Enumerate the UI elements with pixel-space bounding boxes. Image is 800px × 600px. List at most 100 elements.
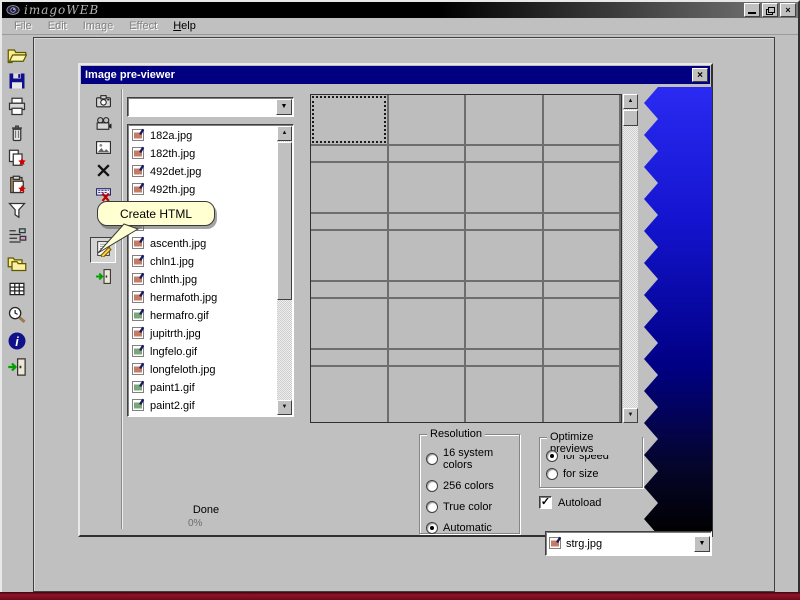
- preview-cell[interactable]: [544, 163, 622, 214]
- image-select-combo[interactable]: ▼: [127, 97, 294, 117]
- menu-item-effect[interactable]: Effect: [121, 19, 165, 33]
- preview-cell[interactable]: [466, 163, 544, 214]
- preview-cell[interactable]: [466, 214, 544, 231]
- filename-combo[interactable]: strg.jpg ▼: [545, 531, 712, 556]
- scroll-up-icon[interactable]: ▲: [277, 126, 292, 141]
- open-folder-button[interactable]: [5, 45, 29, 67]
- close-button[interactable]: ×: [780, 3, 796, 17]
- list-item[interactable]: hermafro.gif: [130, 307, 276, 325]
- preview-cell[interactable]: [544, 350, 622, 367]
- preview-cell[interactable]: [311, 350, 389, 367]
- scrollbar-thumb[interactable]: [277, 142, 292, 300]
- copy-button[interactable]: [5, 149, 29, 171]
- list-item[interactable]: 492th.jpg: [130, 181, 276, 199]
- preview-cell[interactable]: [389, 146, 467, 163]
- radio-button[interactable]: [426, 453, 438, 465]
- preview-cell[interactable]: [389, 367, 467, 423]
- list-item[interactable]: 492det.jpg: [130, 163, 276, 181]
- preview-cell[interactable]: [311, 146, 389, 163]
- list-item[interactable]: hermafoth.jpg: [130, 289, 276, 307]
- batch-options-button[interactable]: [5, 227, 29, 249]
- delete-x-button[interactable]: [90, 161, 116, 183]
- resolution-option-true-color[interactable]: True color: [426, 501, 519, 513]
- list-item[interactable]: jupitrth.jpg: [130, 325, 276, 343]
- preview-cell[interactable]: [466, 367, 544, 423]
- menu-item-edit[interactable]: Edit: [40, 19, 75, 33]
- preview-cell[interactable]: [311, 367, 389, 423]
- image-select-combo-arrow-icon[interactable]: ▼: [276, 99, 292, 115]
- preview-cell[interactable]: [466, 350, 544, 367]
- preview-cell[interactable]: [311, 231, 389, 282]
- info-button[interactable]: i: [5, 331, 29, 353]
- list-item[interactable]: 182th.jpg: [130, 145, 276, 163]
- menu-item-help[interactable]: Help: [165, 19, 204, 33]
- exit-button[interactable]: [5, 357, 29, 379]
- video-camera-button[interactable]: [90, 115, 116, 137]
- preview-cell[interactable]: [466, 282, 544, 299]
- preview-cell[interactable]: [389, 350, 467, 367]
- list-item[interactable]: paint1.gif: [130, 379, 276, 397]
- preview-cell[interactable]: [311, 214, 389, 231]
- preview-cell[interactable]: [389, 231, 467, 282]
- list-item[interactable]: 182a.jpg: [130, 127, 276, 145]
- preview-cell[interactable]: [466, 299, 544, 350]
- filename-combo-arrow-icon[interactable]: ▼: [694, 536, 710, 552]
- preview-grid-scrollbar[interactable]: ▲ ▼: [623, 94, 638, 423]
- preview-cell[interactable]: [311, 299, 389, 350]
- radio-button[interactable]: [426, 501, 438, 513]
- filter-button[interactable]: [5, 201, 29, 223]
- preview-cell[interactable]: [389, 299, 467, 350]
- preview-cell[interactable]: [544, 299, 622, 350]
- autoload-checkbox[interactable]: ✓: [539, 496, 552, 509]
- radio-button[interactable]: [426, 522, 438, 534]
- preview-cell[interactable]: [389, 163, 467, 214]
- delete-button[interactable]: [5, 123, 29, 145]
- camera-button[interactable]: [90, 92, 116, 114]
- grid-button[interactable]: [5, 279, 29, 301]
- menu-item-file[interactable]: File: [6, 19, 40, 33]
- autoload-checkbox-row[interactable]: ✓ Autoload: [539, 496, 601, 509]
- radio-button[interactable]: [426, 480, 438, 492]
- preview-cell[interactable]: [544, 282, 622, 299]
- scroll-up-icon[interactable]: ▲: [623, 94, 638, 109]
- scroll-down-icon[interactable]: ▼: [623, 408, 638, 423]
- resolution-option-automatic[interactable]: Automatic: [426, 522, 519, 534]
- scroll-down-icon[interactable]: ▼: [277, 400, 292, 415]
- preview-cell[interactable]: [544, 214, 622, 231]
- restore-button[interactable]: [762, 3, 778, 17]
- list-item[interactable]: lngfelo.gif: [130, 343, 276, 361]
- file-list-scrollbar[interactable]: ▲ ▼: [277, 126, 292, 415]
- list-item[interactable]: longfeloth.jpg: [130, 361, 276, 379]
- preview-cell[interactable]: [544, 146, 622, 163]
- radio-button[interactable]: [546, 468, 558, 480]
- preview-cell[interactable]: [311, 282, 389, 299]
- resolution-option-16-system-colors[interactable]: 16 system colors: [426, 447, 519, 471]
- dialog-close-button[interactable]: ×: [692, 68, 708, 82]
- preview-cell[interactable]: [389, 214, 467, 231]
- preview-cell[interactable]: [544, 95, 622, 146]
- preview-cell[interactable]: [544, 367, 622, 423]
- preview-cell[interactable]: [466, 146, 544, 163]
- scrollbar-thumb[interactable]: [623, 110, 638, 126]
- zoom-button[interactable]: [5, 305, 29, 327]
- minimize-button[interactable]: [744, 3, 760, 17]
- preview-cell[interactable]: [544, 231, 622, 282]
- resolution-option-256-colors[interactable]: 256 colors: [426, 480, 519, 492]
- preview-cell-selected[interactable]: [311, 95, 389, 146]
- list-item[interactable]: chln1.jpg: [130, 253, 276, 271]
- list-item[interactable]: chlnth.jpg: [130, 271, 276, 289]
- print-button[interactable]: [5, 97, 29, 119]
- paste-button[interactable]: [5, 175, 29, 197]
- exit-button[interactable]: [90, 267, 116, 289]
- dialog-titlebar[interactable]: Image pre-viewer ×: [81, 66, 710, 84]
- list-item[interactable]: ascenth.jpg: [130, 235, 276, 253]
- preview-cell[interactable]: [466, 231, 544, 282]
- preview-cell[interactable]: [466, 95, 544, 146]
- radio-button[interactable]: [546, 450, 558, 462]
- preview-cell[interactable]: [389, 282, 467, 299]
- optimize-option-for-size[interactable]: for size: [546, 468, 642, 480]
- menu-item-image[interactable]: Image: [75, 19, 122, 33]
- picture-button[interactable]: [90, 138, 116, 160]
- preview-cell[interactable]: [311, 163, 389, 214]
- preview-cell[interactable]: [389, 95, 467, 146]
